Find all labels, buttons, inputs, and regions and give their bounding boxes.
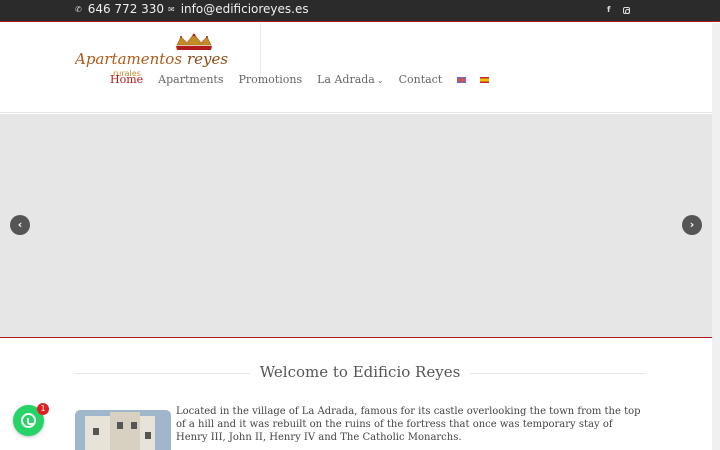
phone-contact[interactable]: ✆ 646 772 330 bbox=[75, 2, 164, 16]
building-tower-shape bbox=[110, 412, 140, 450]
logo-text-brand: reyes bbox=[187, 50, 228, 68]
welcome-title: Welcome to Edificio Reyes bbox=[259, 363, 461, 381]
email-contact[interactable]: ✉ info@edificioreyes.es bbox=[168, 2, 309, 16]
chevron-down-icon: ⌄ bbox=[376, 76, 384, 85]
nav-item-promotions[interactable]: Promotions bbox=[238, 73, 302, 86]
email-address[interactable]: info@edificioreyes.es bbox=[181, 2, 309, 16]
es-flag-icon[interactable] bbox=[480, 77, 490, 83]
window-shape bbox=[145, 432, 151, 439]
envelope-icon: ✉ bbox=[168, 4, 175, 14]
nav-item-home[interactable]: Home bbox=[110, 73, 143, 86]
main-nav: Home Apartments Promotions La Adrada ⌄ Co… bbox=[110, 73, 503, 86]
logo-text-main: Apartamentos bbox=[75, 50, 182, 68]
notification-badge: 1 bbox=[37, 403, 49, 415]
window-shape bbox=[117, 422, 123, 429]
top-bar: ✆ 646 772 330 ✉ info@edificioreyes.es f bbox=[0, 0, 720, 22]
hero-slider: ‹ › bbox=[0, 114, 712, 338]
phone-icon: ✆ bbox=[75, 4, 82, 14]
welcome-section-heading: Welcome to Edificio Reyes bbox=[75, 362, 645, 384]
nav-item-la-adrada[interactable]: La Adrada ⌄ bbox=[317, 73, 383, 86]
chevron-right-icon: › bbox=[689, 218, 695, 231]
window-shape bbox=[93, 428, 99, 435]
en-flag-icon[interactable] bbox=[457, 77, 467, 83]
facebook-icon[interactable]: f bbox=[607, 5, 610, 14]
heading-divider-right bbox=[470, 373, 645, 374]
chevron-left-icon: ‹ bbox=[17, 218, 23, 231]
nav-item-apartments[interactable]: Apartments bbox=[158, 73, 223, 86]
welcome-description: Located in the village of La Adrada, fam… bbox=[176, 406, 641, 443]
nav-item-contact[interactable]: Contact bbox=[399, 73, 443, 86]
crown-icon bbox=[176, 33, 212, 50]
nav-item-la-adrada-label: La Adrada bbox=[317, 73, 375, 86]
slider-next-button[interactable]: › bbox=[682, 215, 702, 235]
whatsapp-icon bbox=[21, 413, 36, 428]
phone-number[interactable]: 646 772 330 bbox=[88, 2, 164, 16]
instagram-icon[interactable] bbox=[623, 7, 630, 14]
site-header: Apartamentos reyes rurales Home Apartmen… bbox=[0, 23, 712, 113]
building-photo[interactable] bbox=[75, 410, 171, 450]
window-shape bbox=[131, 422, 137, 429]
whatsapp-button[interactable]: 1 bbox=[13, 403, 49, 436]
scrollbar[interactable] bbox=[712, 23, 720, 450]
slider-prev-button[interactable]: ‹ bbox=[10, 215, 30, 235]
